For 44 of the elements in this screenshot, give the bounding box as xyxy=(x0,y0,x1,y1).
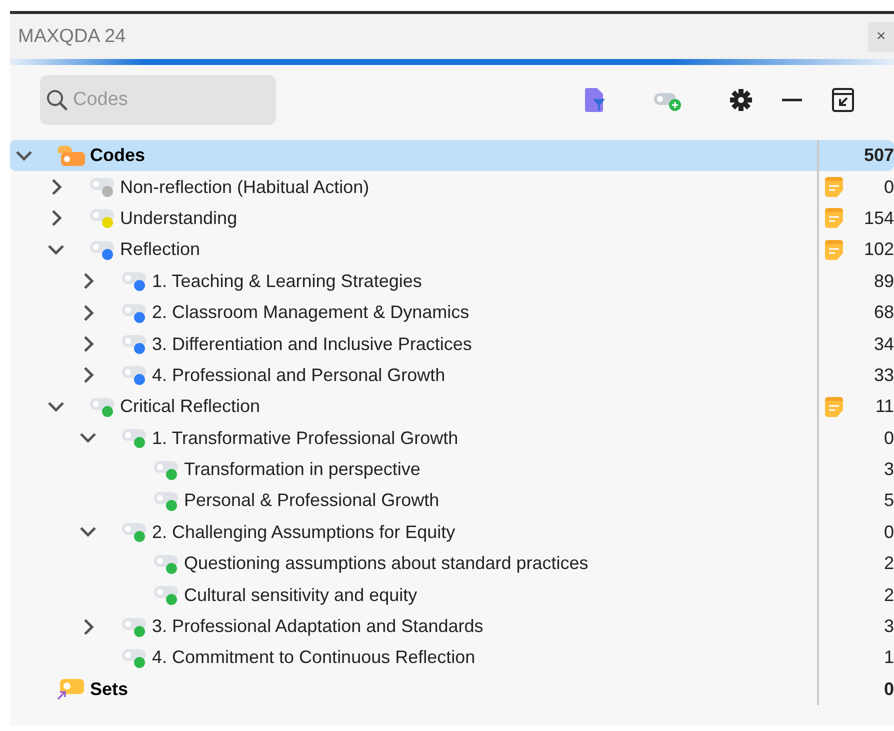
code-count: 11 xyxy=(875,396,894,418)
code-folder-icon xyxy=(56,144,86,167)
code-label[interactable]: 1. Transformative Professional Growth xyxy=(152,428,458,449)
code-count: 0 xyxy=(884,428,894,449)
code-label[interactable]: Transformation in perspective xyxy=(184,459,420,480)
code-label[interactable]: 2. Challenging Assumptions for Equity xyxy=(152,522,456,543)
code-count: 0 xyxy=(884,522,894,543)
code-count: 3 xyxy=(884,616,894,638)
code-count: 0 xyxy=(884,176,894,198)
code-count: 2 xyxy=(884,553,894,574)
code-label[interactable]: 1. Teaching & Learning Strategies xyxy=(152,270,422,292)
code-count: 154 xyxy=(864,208,894,229)
settings-icon[interactable] xyxy=(729,87,753,113)
code-count: 33 xyxy=(874,364,894,386)
code-count: 1 xyxy=(884,647,894,668)
code-count: 89 xyxy=(874,270,894,292)
window-title: MAXQDA 24 xyxy=(18,26,126,48)
code-count: 102 xyxy=(864,239,894,260)
code-count: 68 xyxy=(874,302,894,324)
code-count: 34 xyxy=(874,334,894,355)
restore-icon[interactable] xyxy=(831,87,855,113)
code-label[interactable]: Cultural sensitivity and equity xyxy=(184,584,418,606)
code-label[interactable]: Sets xyxy=(90,678,128,700)
code-label[interactable]: 4. Commitment to Continuous Reflection xyxy=(152,647,476,668)
code-label[interactable]: 2. Classroom Management & Dynamics xyxy=(152,302,470,324)
code-label[interactable]: Questioning assumptions about standard practices xyxy=(184,553,588,574)
code-count: 3 xyxy=(884,459,894,480)
close-button[interactable]: × xyxy=(868,22,894,52)
code-label[interactable]: Personal & Professional Growth xyxy=(184,490,440,512)
code-count: 0 xyxy=(884,678,894,700)
code-label[interactable]: 3. Professional Adaptation and Standards xyxy=(152,616,484,638)
search-field[interactable]: Codes xyxy=(40,75,276,125)
document-filter-icon[interactable] xyxy=(583,87,607,113)
code-label[interactable]: Critical Reflection xyxy=(120,396,260,418)
code-label[interactable]: Codes xyxy=(90,145,146,166)
code-count: 2 xyxy=(884,584,894,606)
set-icon xyxy=(56,677,86,702)
code-label[interactable]: Reflection xyxy=(120,239,200,260)
code-label[interactable]: Understanding xyxy=(120,208,238,229)
code-label[interactable]: 3. Differentiation and Inclusive Practices xyxy=(152,334,472,355)
code-count: 507 xyxy=(864,145,894,166)
code-count: 5 xyxy=(884,490,894,512)
code-label[interactable]: Non-reflection (Habitual Action) xyxy=(120,176,370,198)
code-label[interactable]: 4. Professional and Personal Growth xyxy=(152,364,446,386)
